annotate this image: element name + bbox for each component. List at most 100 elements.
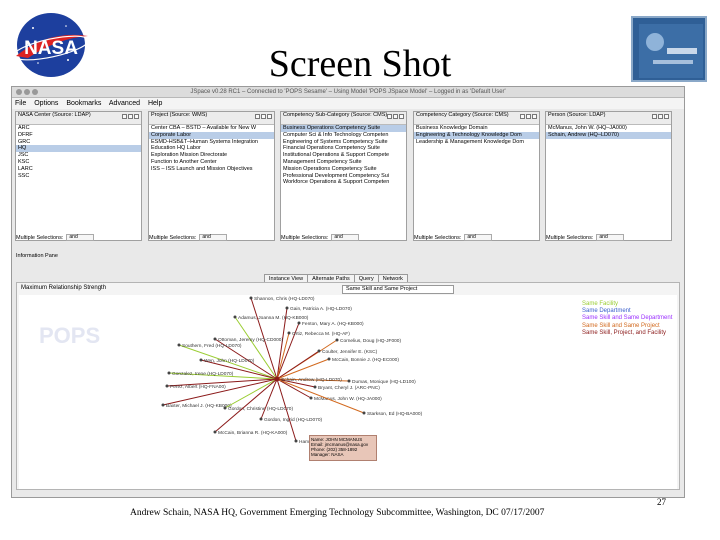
person-node[interactable] [167, 371, 171, 375]
list-item[interactable]: ISS – ISS Launch and Mission Objectives [149, 166, 274, 173]
panel-header: Competency Sub-Category (Source: CMS) [281, 112, 406, 125]
list-item[interactable]: ARC [16, 125, 141, 132]
person-node-label[interactable]: Gordon, Ingrid (HQ-LD070) [264, 417, 323, 423]
list-item[interactable]: Engineering & Technology Knowledge Dom [414, 131, 539, 139]
multi-select-dropdown[interactable]: and [199, 234, 228, 241]
person-node[interactable] [335, 338, 339, 342]
person-node[interactable] [213, 337, 217, 341]
person-node[interactable] [294, 439, 298, 443]
person-node[interactable] [362, 411, 366, 415]
list-item[interactable]: Education HQ Labor [149, 145, 274, 152]
person-node[interactable] [233, 315, 237, 319]
list-item[interactable]: Leadership & Management Knowledge Dom [414, 139, 539, 146]
list-item[interactable]: Business Operations Competency Suite [281, 125, 406, 132]
person-node-label[interactable]: Dumas, Monique (HQ-LD100) [352, 379, 416, 385]
panel-list[interactable]: Center CBA – BSTD – Available for New WC… [149, 125, 274, 173]
person-node-label[interactable]: Fenton, Mary A. (HQ-KB000) [302, 321, 364, 327]
person-node-label[interactable]: Coulter, Jennifer E. (KSC) [322, 349, 378, 355]
list-item[interactable]: Business Knowledge Domain [414, 125, 539, 132]
person-node-label[interactable]: Wen, John (HQ-LD070) [204, 358, 255, 364]
panel-competency-category: Competency Category (Source: CMS) Busine… [413, 111, 540, 241]
person-node[interactable] [249, 296, 253, 300]
person-node-label[interactable]: Adamus, Joanna M. (HQ-KB000) [238, 315, 309, 321]
list-item[interactable]: McManus, John W. (HQ–JA000) [546, 125, 671, 132]
list-item[interactable]: Corporate Labor [149, 131, 274, 139]
person-node[interactable] [309, 396, 313, 400]
relationship-select[interactable]: Same Skill and Same Project [342, 285, 454, 294]
list-item[interactable]: Mission Operations Competency Suite [281, 166, 406, 173]
list-item[interactable]: Engineering of Systems Competency Suite [281, 139, 406, 146]
person-node[interactable] [297, 321, 301, 325]
menu-file[interactable]: File [15, 100, 26, 107]
person-node[interactable] [285, 306, 289, 310]
person-node-label[interactable]: Gain, Patricia A. (HQ-LD070) [290, 306, 352, 312]
panel-controls[interactable] [386, 114, 404, 122]
person-node[interactable] [177, 343, 181, 347]
person-node[interactable] [327, 357, 331, 361]
list-item[interactable]: Center CBA – BSTD – Available for New W [149, 125, 274, 132]
panel-controls[interactable] [651, 114, 669, 122]
panel-list[interactable]: Business Knowledge Domain Engineering & T… [414, 125, 539, 145]
person-node[interactable] [347, 379, 351, 383]
menu-options[interactable]: Options [34, 100, 58, 107]
person-node-label[interactable]: Bryant, Cheryl J. (ARC-PNC) [318, 385, 380, 391]
panel-controls[interactable] [121, 114, 139, 122]
person-node-label[interactable]: Perez, Albert (HQ-FNA00) [170, 384, 226, 390]
list-item[interactable]: HQ [16, 145, 141, 153]
list-item[interactable]: Financial Operations Competency Suite [281, 145, 406, 152]
person-node-label[interactable]: Ottoman, Jeremy (HQ-CD000) [218, 337, 283, 343]
person-node-label[interactable]: Shannon, Chris (HQ-LD070) [254, 296, 315, 302]
multi-select-dropdown[interactable]: and [331, 234, 360, 241]
person-node-label[interactable]: McCain, Brianna R. (HQ-KA000) [218, 430, 288, 436]
person-node[interactable] [199, 358, 203, 362]
list-item[interactable]: GRC [16, 139, 141, 146]
person-node-label[interactable]: Gonzalez, Irene (HQ-LD070) [172, 371, 234, 377]
person-node[interactable] [259, 417, 263, 421]
list-item[interactable]: LARC [16, 166, 141, 173]
menu-help[interactable]: Help [148, 100, 162, 107]
multi-select-row: Multiple Selections: and [149, 234, 228, 241]
list-item[interactable]: ESMD-HSB&T–Human Systems Integration [149, 139, 274, 146]
center-person-node[interactable] [274, 376, 280, 382]
network-graph[interactable]: Shannon, Chris (HQ-LD070) Gain, Patricia … [19, 295, 579, 489]
list-item[interactable]: Computer Sci & Info Technology Competen [281, 132, 406, 139]
person-node-label[interactable]: Southern, Fred (HQ-LD070) [182, 343, 242, 349]
multi-select-dropdown[interactable]: and [66, 234, 95, 241]
person-node-label[interactable]: Gordon, Christine (HQ-LD070) [228, 406, 293, 412]
list-item[interactable]: Workforce Operations & Support Competen [281, 179, 406, 186]
list-item[interactable]: DFRF [16, 132, 141, 139]
person-node[interactable] [317, 349, 321, 353]
list-item[interactable]: SSC [16, 173, 141, 180]
multi-select-dropdown[interactable]: and [464, 234, 493, 241]
panel-controls[interactable] [254, 114, 272, 122]
menu-bookmarks[interactable]: Bookmarks [66, 100, 101, 107]
person-node[interactable] [287, 331, 291, 335]
list-item[interactable]: Institutional Operations & Support Compe… [281, 152, 406, 159]
person-node-label[interactable]: McCain, Bonnie J. (HQ-EC000) [332, 357, 399, 363]
person-node[interactable] [223, 406, 227, 410]
menu-advanced[interactable]: Advanced [109, 100, 140, 107]
panel-controls[interactable] [519, 114, 537, 122]
list-item[interactable]: JSC [16, 152, 141, 159]
list-item[interactable]: Professional Development Competency Sui [281, 173, 406, 180]
multi-select-dropdown[interactable]: and [596, 234, 625, 241]
panel-list[interactable]: ARC DFRF GRC HQ JSC KSC LARC SSC [16, 125, 141, 179]
panel-list[interactable]: Business Operations Competency Suite Comp… [281, 125, 406, 186]
list-item[interactable]: KSC [16, 159, 141, 166]
person-node[interactable] [313, 385, 317, 389]
list-item[interactable]: Management Competency Suite [281, 159, 406, 166]
list-item[interactable]: Exploration Mission Directorate [149, 152, 274, 159]
list-item[interactable]: Function to Another Center [149, 159, 274, 166]
panel-list[interactable]: McManus, John W. (HQ–JA000) Schain, Andre… [546, 125, 671, 139]
person-node[interactable] [161, 403, 165, 407]
person-node-label[interactable]: Cornelius, Doug (HQ-JF000) [340, 338, 401, 344]
network-canvas[interactable]: POPS Shannon, Chris (HQ-LD070) Gain, Patr… [19, 295, 677, 489]
person-node-label[interactable]: Baxter, Michael J. (HQ-KB000) [166, 403, 232, 409]
person-node-label[interactable]: Starkson, Ed (HQ-BA000) [367, 411, 423, 417]
list-item[interactable]: Schain, Andrew (HQ–LD070) [546, 131, 671, 139]
person-node[interactable] [213, 430, 217, 434]
person-node[interactable] [165, 384, 169, 388]
center-person-label[interactable]: Schain, Andrew (HQ-LD070) [281, 377, 342, 383]
person-node-label[interactable]: McManus, John W. (HQ-JA000) [314, 396, 382, 402]
person-node-label[interactable]: Ortiz, Rebecca M. (HQ-AF) [292, 331, 350, 337]
